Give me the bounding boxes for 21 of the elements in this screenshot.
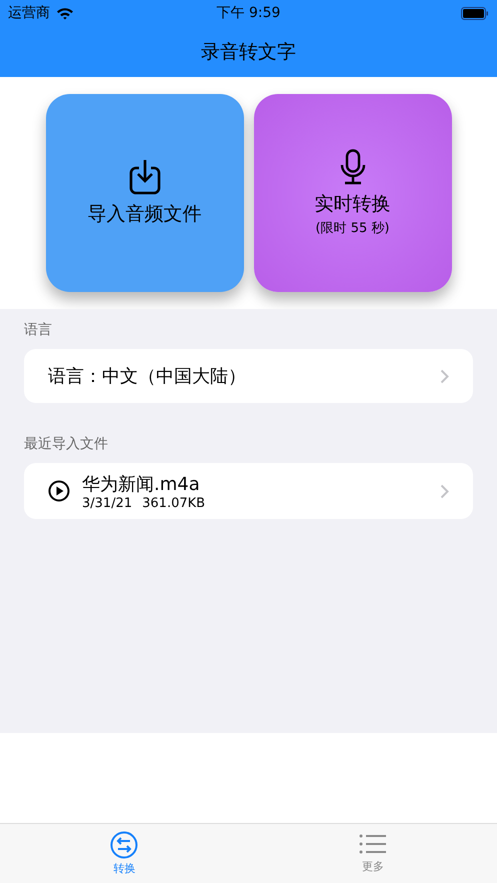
section-header: 语言: [24, 321, 53, 340]
swap-icon: [110, 831, 138, 859]
wifi-icon: [56, 6, 74, 20]
battery-icon: [461, 6, 489, 20]
chevron-icon: [440, 484, 449, 498]
file-name: 华为新闻.m4a: [82, 472, 201, 496]
status-time: 下午 9:59: [216, 4, 280, 22]
file-size: 361.07KB: [142, 496, 206, 510]
action-tile[interactable]: 导入音频文件: [46, 94, 244, 292]
download-icon: [128, 159, 160, 195]
section-header: 最近导入文件: [24, 435, 109, 454]
microphone-icon: [340, 149, 366, 185]
file-date: 3/31/21: [82, 496, 132, 510]
tab-item[interactable]: 转换: [0, 824, 248, 883]
file-row[interactable]: 华为新闻.m4a 3/31/21 361.07KB: [24, 463, 473, 519]
language-row[interactable]: 语言：中文（中国大陆）: [24, 349, 473, 403]
chevron-icon: [440, 368, 449, 384]
action-tile[interactable]: 实时转换 (限时 55 秒): [254, 94, 452, 292]
carrier-name: 运营商: [8, 4, 50, 22]
play-icon: [48, 480, 70, 502]
nav-title: 录音转文字: [201, 40, 296, 64]
